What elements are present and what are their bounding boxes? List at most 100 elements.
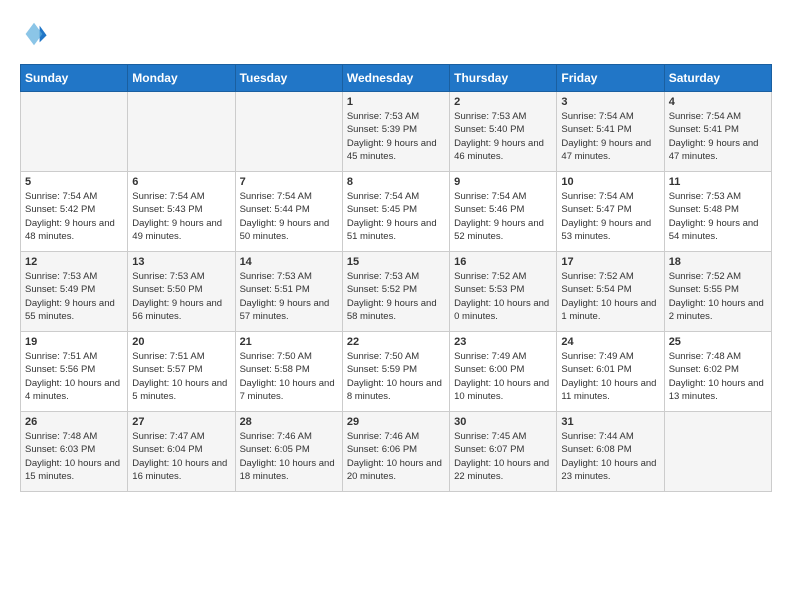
calendar-cell: 22 Sunrise: 7:50 AM Sunset: 5:59 PM Dayli… [342,332,449,412]
day-detail: Sunrise: 7:47 AM Sunset: 6:04 PM Dayligh… [132,430,230,483]
calendar-cell: 16 Sunrise: 7:52 AM Sunset: 5:53 PM Dayli… [450,252,557,332]
calendar-cell: 25Sunrise: 7:48 AM Sunset: 6:02 PM Dayli… [664,332,771,412]
day-detail: Sunrise: 7:54 AM Sunset: 5:46 PM Dayligh… [454,190,552,243]
day-detail: Sunrise: 7:53 AM Sunset: 5:48 PM Dayligh… [669,190,767,243]
day-detail: Sunrise: 7:54 AM Sunset: 5:41 PM Dayligh… [561,110,659,163]
calendar-cell: 24 Sunrise: 7:49 AM Sunset: 6:01 PM Dayli… [557,332,664,412]
calendar-cell [235,92,342,172]
calendar-cell [664,412,771,492]
day-detail: Sunrise: 7:53 AM Sunset: 5:40 PM Dayligh… [454,110,552,163]
day-detail: Sunrise: 7:51 AM Sunset: 5:56 PM Dayligh… [25,350,123,403]
calendar-week-row: 26Sunrise: 7:48 AM Sunset: 6:03 PM Dayli… [21,412,772,492]
day-number: 22 [347,336,445,348]
calendar-cell: 18Sunrise: 7:52 AM Sunset: 5:55 PM Dayli… [664,252,771,332]
weekday-header-wednesday: Wednesday [342,65,449,92]
day-number: 9 [454,176,552,188]
calendar-cell: 15 Sunrise: 7:53 AM Sunset: 5:52 PM Dayli… [342,252,449,332]
day-detail: Sunrise: 7:54 AM Sunset: 5:41 PM Dayligh… [669,110,767,163]
logo-icon [20,20,48,48]
calendar-cell: 3 Sunrise: 7:54 AM Sunset: 5:41 PM Daylig… [557,92,664,172]
day-detail: Sunrise: 7:53 AM Sunset: 5:49 PM Dayligh… [25,270,123,323]
calendar-cell: 17 Sunrise: 7:52 AM Sunset: 5:54 PM Dayli… [557,252,664,332]
day-detail: Sunrise: 7:49 AM Sunset: 6:00 PM Dayligh… [454,350,552,403]
day-number: 21 [240,336,338,348]
calendar-cell: 13 Sunrise: 7:53 AM Sunset: 5:50 PM Dayli… [128,252,235,332]
day-number: 24 [561,336,659,348]
calendar-cell: 27 Sunrise: 7:47 AM Sunset: 6:04 PM Dayli… [128,412,235,492]
day-number: 23 [454,336,552,348]
day-detail: Sunrise: 7:48 AM Sunset: 6:03 PM Dayligh… [25,430,123,483]
day-detail: Sunrise: 7:46 AM Sunset: 6:06 PM Dayligh… [347,430,445,483]
day-detail: Sunrise: 7:52 AM Sunset: 5:53 PM Dayligh… [454,270,552,323]
calendar-cell: 2Sunrise: 7:53 AM Sunset: 5:40 PM Daylig… [450,92,557,172]
weekday-header-friday: Friday [557,65,664,92]
day-number: 15 [347,256,445,268]
calendar-table: SundayMondayTuesdayWednesdayThursdayFrid… [20,64,772,492]
day-detail: Sunrise: 7:50 AM Sunset: 5:58 PM Dayligh… [240,350,338,403]
weekday-header-row: SundayMondayTuesdayWednesdayThursdayFrid… [21,65,772,92]
day-number: 1 [347,96,445,108]
calendar-week-row: 1 Sunrise: 7:53 AM Sunset: 5:39 PM Daylig… [21,92,772,172]
day-detail: Sunrise: 7:51 AM Sunset: 5:57 PM Dayligh… [132,350,230,403]
calendar-cell: 31 Sunrise: 7:44 AM Sunset: 6:08 PM Dayli… [557,412,664,492]
day-number: 19 [25,336,123,348]
calendar-cell: 23 Sunrise: 7:49 AM Sunset: 6:00 PM Dayli… [450,332,557,412]
day-number: 17 [561,256,659,268]
day-number: 11 [669,176,767,188]
day-number: 3 [561,96,659,108]
day-number: 20 [132,336,230,348]
day-number: 30 [454,416,552,428]
weekday-header-saturday: Saturday [664,65,771,92]
day-detail: Sunrise: 7:50 AM Sunset: 5:59 PM Dayligh… [347,350,445,403]
calendar-cell: 29 Sunrise: 7:46 AM Sunset: 6:06 PM Dayli… [342,412,449,492]
weekday-header-sunday: Sunday [21,65,128,92]
calendar-week-row: 12 Sunrise: 7:53 AM Sunset: 5:49 PM Dayli… [21,252,772,332]
day-number: 6 [132,176,230,188]
calendar-week-row: 19 Sunrise: 7:51 AM Sunset: 5:56 PM Dayli… [21,332,772,412]
calendar-cell: 8 Sunrise: 7:54 AM Sunset: 5:45 PM Daylig… [342,172,449,252]
calendar-cell: 4Sunrise: 7:54 AM Sunset: 5:41 PM Daylig… [664,92,771,172]
calendar-cell: 6 Sunrise: 7:54 AM Sunset: 5:43 PM Daylig… [128,172,235,252]
calendar-cell [128,92,235,172]
calendar-cell: 12 Sunrise: 7:53 AM Sunset: 5:49 PM Dayli… [21,252,128,332]
day-number: 31 [561,416,659,428]
calendar-cell: 26Sunrise: 7:48 AM Sunset: 6:03 PM Dayli… [21,412,128,492]
day-number: 28 [240,416,338,428]
day-number: 5 [25,176,123,188]
day-number: 8 [347,176,445,188]
day-number: 27 [132,416,230,428]
weekday-header-tuesday: Tuesday [235,65,342,92]
day-detail: Sunrise: 7:53 AM Sunset: 5:39 PM Dayligh… [347,110,445,163]
day-number: 13 [132,256,230,268]
calendar-cell: 30 Sunrise: 7:45 AM Sunset: 6:07 PM Dayli… [450,412,557,492]
day-detail: Sunrise: 7:49 AM Sunset: 6:01 PM Dayligh… [561,350,659,403]
day-detail: Sunrise: 7:54 AM Sunset: 5:47 PM Dayligh… [561,190,659,243]
day-detail: Sunrise: 7:53 AM Sunset: 5:52 PM Dayligh… [347,270,445,323]
day-detail: Sunrise: 7:54 AM Sunset: 5:45 PM Dayligh… [347,190,445,243]
day-detail: Sunrise: 7:52 AM Sunset: 5:54 PM Dayligh… [561,270,659,323]
calendar-week-row: 5Sunrise: 7:54 AM Sunset: 5:42 PM Daylig… [21,172,772,252]
day-detail: Sunrise: 7:54 AM Sunset: 5:43 PM Dayligh… [132,190,230,243]
day-number: 16 [454,256,552,268]
logo [20,20,52,48]
day-number: 14 [240,256,338,268]
calendar-cell: 11 Sunrise: 7:53 AM Sunset: 5:48 PM Dayli… [664,172,771,252]
day-detail: Sunrise: 7:45 AM Sunset: 6:07 PM Dayligh… [454,430,552,483]
calendar-cell: 7Sunrise: 7:54 AM Sunset: 5:44 PM Daylig… [235,172,342,252]
calendar-cell: 9 Sunrise: 7:54 AM Sunset: 5:46 PM Daylig… [450,172,557,252]
day-detail: Sunrise: 7:53 AM Sunset: 5:50 PM Dayligh… [132,270,230,323]
day-number: 10 [561,176,659,188]
page-header [20,20,772,48]
day-detail: Sunrise: 7:53 AM Sunset: 5:51 PM Dayligh… [240,270,338,323]
calendar-cell: 20 Sunrise: 7:51 AM Sunset: 5:57 PM Dayli… [128,332,235,412]
day-number: 12 [25,256,123,268]
day-detail: Sunrise: 7:44 AM Sunset: 6:08 PM Dayligh… [561,430,659,483]
day-detail: Sunrise: 7:46 AM Sunset: 6:05 PM Dayligh… [240,430,338,483]
day-number: 29 [347,416,445,428]
calendar-cell: 10 Sunrise: 7:54 AM Sunset: 5:47 PM Dayli… [557,172,664,252]
day-detail: Sunrise: 7:52 AM Sunset: 5:55 PM Dayligh… [669,270,767,323]
calendar-cell: 21 Sunrise: 7:50 AM Sunset: 5:58 PM Dayli… [235,332,342,412]
weekday-header-monday: Monday [128,65,235,92]
weekday-header-thursday: Thursday [450,65,557,92]
day-number: 7 [240,176,338,188]
